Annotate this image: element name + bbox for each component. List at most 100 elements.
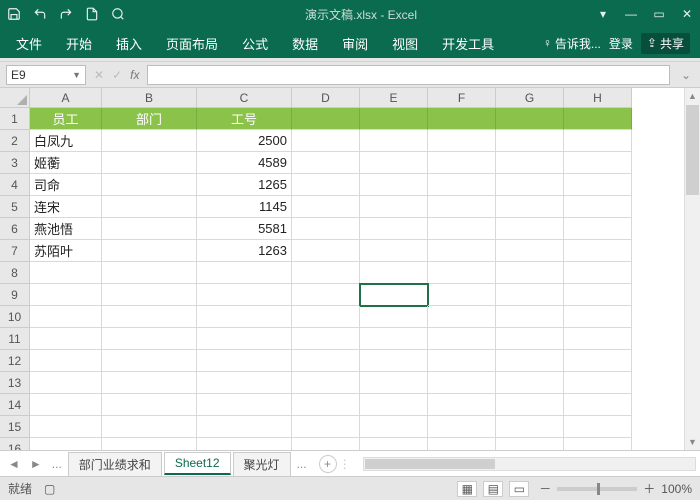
- fx-icon[interactable]: fx: [130, 68, 139, 82]
- cell[interactable]: [428, 152, 496, 174]
- sheet-tab[interactable]: 部门业绩求和: [68, 452, 162, 476]
- scroll-thumb[interactable]: [686, 105, 699, 195]
- share-button[interactable]: ⇪共享: [641, 33, 690, 54]
- cell[interactable]: [496, 438, 564, 450]
- col-header[interactable]: F: [428, 88, 496, 107]
- undo-icon[interactable]: [32, 6, 48, 22]
- cell[interactable]: [496, 196, 564, 218]
- cell[interactable]: [360, 152, 428, 174]
- enter-icon[interactable]: ✓: [112, 68, 122, 82]
- cell[interactable]: [360, 218, 428, 240]
- cell[interactable]: [197, 394, 292, 416]
- cell[interactable]: [102, 416, 197, 438]
- cell[interactable]: [428, 108, 496, 130]
- cell[interactable]: [197, 416, 292, 438]
- tell-me[interactable]: ♀告诉我...: [543, 35, 601, 52]
- row-header[interactable]: 12: [0, 350, 29, 372]
- sheet-tab[interactable]: 聚光灯: [233, 452, 291, 476]
- row-header[interactable]: 5: [0, 196, 29, 218]
- cell[interactable]: [496, 306, 564, 328]
- scroll-up-icon[interactable]: ▲: [685, 88, 700, 104]
- cell[interactable]: [292, 240, 360, 262]
- chevron-down-icon[interactable]: ▼: [72, 70, 81, 80]
- cell[interactable]: [564, 152, 632, 174]
- login-button[interactable]: 登录: [609, 35, 633, 52]
- cell[interactable]: [360, 262, 428, 284]
- cell[interactable]: 苏陌叶: [30, 240, 102, 262]
- row-header[interactable]: 6: [0, 218, 29, 240]
- cell[interactable]: [360, 416, 428, 438]
- cell[interactable]: [30, 328, 102, 350]
- cell[interactable]: [197, 262, 292, 284]
- cell[interactable]: [496, 416, 564, 438]
- view-normal-icon[interactable]: ▦: [457, 481, 477, 497]
- sheet-nav-next-icon[interactable]: ►: [26, 457, 46, 471]
- row-header[interactable]: 10: [0, 306, 29, 328]
- sheet-hidden-left[interactable]: ...: [48, 457, 66, 471]
- cell[interactable]: [360, 394, 428, 416]
- scroll-thumb[interactable]: [365, 459, 495, 469]
- cell[interactable]: [102, 284, 197, 306]
- cell[interactable]: [30, 350, 102, 372]
- cell[interactable]: [30, 394, 102, 416]
- cell[interactable]: [564, 438, 632, 450]
- cell[interactable]: [496, 372, 564, 394]
- cell[interactable]: [496, 152, 564, 174]
- cell[interactable]: [564, 416, 632, 438]
- new-icon[interactable]: [84, 6, 100, 22]
- cell[interactable]: [292, 328, 360, 350]
- cell[interactable]: [30, 416, 102, 438]
- cell[interactable]: [428, 240, 496, 262]
- row-header[interactable]: 4: [0, 174, 29, 196]
- zoom-in-button[interactable]: ＋: [643, 480, 655, 497]
- cell[interactable]: [428, 262, 496, 284]
- cell[interactable]: [102, 306, 197, 328]
- cell[interactable]: [496, 240, 564, 262]
- row-header[interactable]: 3: [0, 152, 29, 174]
- cell[interactable]: [564, 130, 632, 152]
- cell[interactable]: [428, 306, 496, 328]
- cell[interactable]: [428, 394, 496, 416]
- cell[interactable]: [30, 284, 102, 306]
- tab-data[interactable]: 数据: [280, 28, 330, 58]
- cell[interactable]: [564, 306, 632, 328]
- preview-icon[interactable]: [110, 6, 126, 22]
- cell-grid[interactable]: 员工部门工号白凤九2500姬蘅4589司命1265连宋1145燕池悟5581苏陌…: [30, 108, 684, 450]
- cell[interactable]: [564, 240, 632, 262]
- cell[interactable]: [428, 416, 496, 438]
- cell[interactable]: [428, 130, 496, 152]
- tab-view[interactable]: 视图: [380, 28, 430, 58]
- col-header[interactable]: D: [292, 88, 360, 107]
- save-icon[interactable]: [6, 6, 22, 22]
- cell[interactable]: [292, 130, 360, 152]
- view-break-icon[interactable]: ▭: [509, 481, 529, 497]
- cell[interactable]: [360, 108, 428, 130]
- sheet-nav-prev-icon[interactable]: ◄: [4, 457, 24, 471]
- cell[interactable]: [496, 130, 564, 152]
- cell[interactable]: [496, 350, 564, 372]
- row-header[interactable]: 1: [0, 108, 29, 130]
- cell[interactable]: 连宋: [30, 196, 102, 218]
- cell[interactable]: [197, 306, 292, 328]
- row-header[interactable]: 7: [0, 240, 29, 262]
- row-header[interactable]: 14: [0, 394, 29, 416]
- cell[interactable]: [428, 196, 496, 218]
- cell[interactable]: [197, 328, 292, 350]
- add-sheet-button[interactable]: +: [319, 455, 337, 473]
- cell[interactable]: [102, 196, 197, 218]
- cell[interactable]: [564, 394, 632, 416]
- cancel-icon[interactable]: ✕: [94, 68, 104, 82]
- cell[interactable]: [360, 328, 428, 350]
- cell[interactable]: [102, 174, 197, 196]
- cell[interactable]: [102, 240, 197, 262]
- cell[interactable]: [496, 284, 564, 306]
- cell[interactable]: 司命: [30, 174, 102, 196]
- col-header[interactable]: G: [496, 88, 564, 107]
- cell[interactable]: [428, 174, 496, 196]
- macro-record-icon[interactable]: ▢: [44, 482, 55, 496]
- formula-input[interactable]: [147, 65, 670, 85]
- cell[interactable]: [102, 438, 197, 450]
- cell[interactable]: 员工: [30, 108, 102, 130]
- cell[interactable]: [292, 394, 360, 416]
- tab-dev[interactable]: 开发工具: [430, 28, 506, 58]
